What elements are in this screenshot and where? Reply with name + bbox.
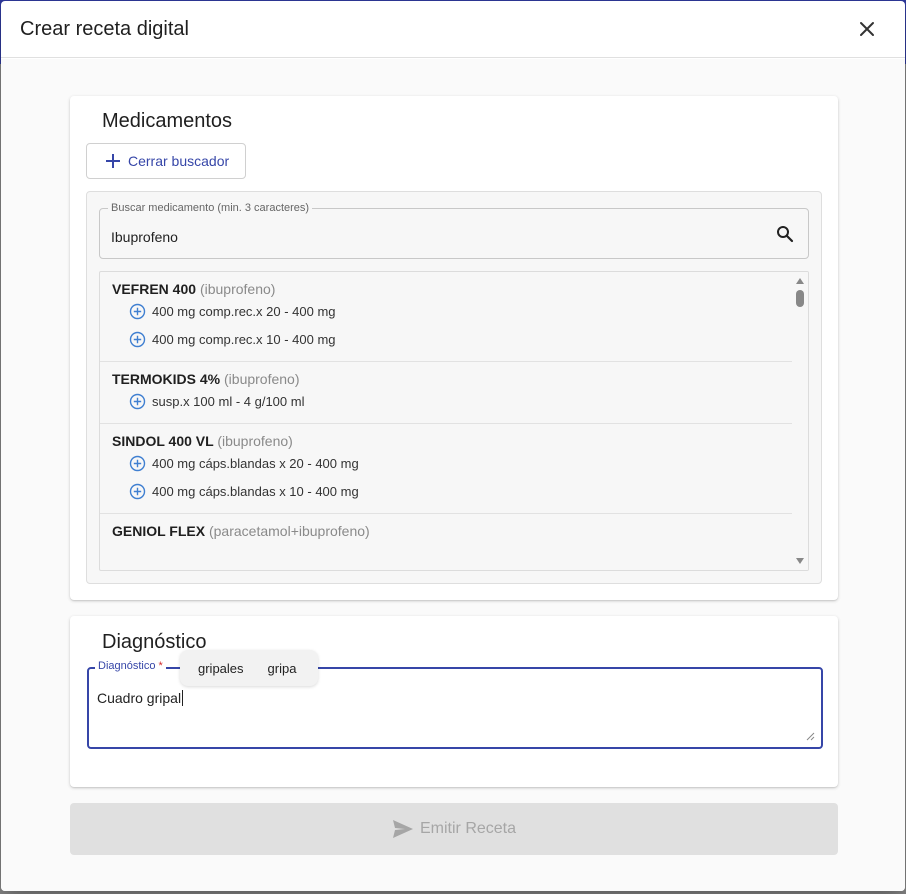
resize-grip-icon[interactable] bbox=[805, 731, 815, 741]
add-circle-icon[interactable] bbox=[129, 303, 146, 320]
medication-generic: (paracetamol+ibuprofeno) bbox=[208, 523, 370, 539]
medication-generic: (ibuprofeno) bbox=[224, 371, 300, 387]
search-panel: Buscar medicamento (min. 3 caracteres) V… bbox=[86, 191, 822, 584]
issue-prescription-label: Emitir Receta bbox=[419, 820, 517, 837]
send-icon bbox=[392, 820, 413, 838]
required-mark: * bbox=[158, 660, 163, 672]
scroll-down-arrow-icon[interactable] bbox=[796, 558, 804, 564]
medication-generic: (ibuprofeno) bbox=[199, 281, 276, 297]
spellcheck-suggestions: gripales gripa bbox=[180, 650, 319, 686]
presentation-item[interactable]: susp.x 100 ml - 4 g/100 ml bbox=[112, 387, 792, 415]
diagnosis-label-text: Diagnóstico bbox=[98, 660, 156, 672]
medications-title: Medicamentos bbox=[102, 110, 233, 132]
medication-name-row: SINDOL 400 VL (ibuprofeno) bbox=[112, 434, 792, 449]
presentation-label: 400 mg comp.rec.x 20 - 400 mg bbox=[152, 303, 336, 319]
medication-name: TERMOKIDS 4% bbox=[112, 371, 221, 387]
add-circle-icon[interactable] bbox=[129, 483, 146, 500]
presentation-label: susp.x 100 ml - 4 g/100 ml bbox=[152, 393, 305, 409]
close-icon bbox=[860, 22, 874, 36]
results-scrollbar[interactable] bbox=[792, 272, 808, 570]
create-prescription-dialog: Crear receta digital Medicamentos Cerrar… bbox=[1, 1, 905, 891]
medication-name: GENIOL FLEX bbox=[112, 523, 206, 539]
medication-search-input[interactable] bbox=[111, 229, 751, 245]
diagnosis-value-text: Cuadro gripal bbox=[97, 690, 182, 706]
medications-card: Medicamentos Cerrar buscador Buscar medi… bbox=[70, 96, 838, 600]
presentation-item[interactable]: 400 mg comp.rec.x 10 - 400 mg bbox=[112, 325, 792, 353]
medication-group: SINDOL 400 VL (ibuprofeno) 400 mg cáps.b… bbox=[100, 424, 792, 514]
diagnosis-card: Diagnóstico Diagnóstico * Cuadro gripal … bbox=[70, 616, 838, 787]
diagnosis-label: Diagnóstico * bbox=[95, 660, 166, 672]
scrollbar-thumb[interactable] bbox=[796, 290, 804, 307]
presentation-label: 400 mg comp.rec.x 10 - 400 mg bbox=[152, 331, 336, 347]
presentation-item[interactable]: 400 mg cáps.blandas x 10 - 400 mg bbox=[112, 477, 792, 505]
medication-name-row: VEFREN 400 (ibuprofeno) bbox=[112, 282, 792, 297]
scroll-up-arrow-icon[interactable] bbox=[796, 278, 804, 284]
presentation-item[interactable]: 400 mg cáps.blandas x 20 - 400 mg bbox=[112, 449, 792, 477]
medication-name: VEFREN 400 bbox=[112, 281, 197, 297]
plus-icon bbox=[106, 154, 120, 168]
search-icon[interactable] bbox=[776, 225, 794, 243]
medication-name-row: TERMOKIDS 4% (ibuprofeno) bbox=[112, 372, 792, 387]
medication-results-list: VEFREN 400 (ibuprofeno) 400 mg comp.rec.… bbox=[99, 271, 809, 571]
dialog-title: Crear receta digital bbox=[20, 18, 189, 40]
medication-search-field[interactable]: Buscar medicamento (min. 3 caracteres) bbox=[99, 202, 809, 259]
medication-group: VEFREN 400 (ibuprofeno) 400 mg comp.rec.… bbox=[100, 272, 792, 362]
presentation-label: 400 mg cáps.blandas x 20 - 400 mg bbox=[152, 455, 359, 471]
close-search-button[interactable]: Cerrar buscador bbox=[86, 143, 246, 179]
add-circle-icon[interactable] bbox=[129, 331, 146, 348]
add-circle-icon[interactable] bbox=[129, 455, 146, 472]
medication-group: TERMOKIDS 4% (ibuprofeno) susp.x 100 ml … bbox=[100, 362, 792, 424]
presentation-label: 400 mg cáps.blandas x 10 - 400 mg bbox=[152, 483, 359, 499]
medication-group: GENIOL FLEX (paracetamol+ibuprofeno) bbox=[100, 514, 792, 547]
presentation-item[interactable]: 400 mg comp.rec.x 20 - 400 mg bbox=[112, 297, 792, 325]
add-circle-icon[interactable] bbox=[129, 393, 146, 410]
medication-generic: (ibuprofeno) bbox=[217, 433, 293, 449]
diagnosis-value[interactable]: Cuadro gripal bbox=[97, 690, 184, 706]
medication-name: SINDOL 400 VL bbox=[112, 433, 214, 449]
results-content: VEFREN 400 (ibuprofeno) 400 mg comp.rec.… bbox=[100, 272, 792, 547]
issue-prescription-button[interactable]: Emitir Receta bbox=[70, 803, 838, 855]
medication-name-row: GENIOL FLEX (paracetamol+ibuprofeno) bbox=[112, 524, 792, 539]
close-button[interactable] bbox=[853, 15, 881, 43]
text-caret bbox=[182, 690, 184, 706]
close-search-label: Cerrar buscador bbox=[128, 153, 230, 169]
suggestion-item[interactable]: gripales bbox=[188, 661, 254, 676]
medication-search-label: Buscar medicamento (min. 3 caracteres) bbox=[108, 202, 313, 214]
suggestion-item[interactable]: gripa bbox=[258, 661, 307, 676]
dialog-header: Crear receta digital bbox=[1, 1, 905, 58]
